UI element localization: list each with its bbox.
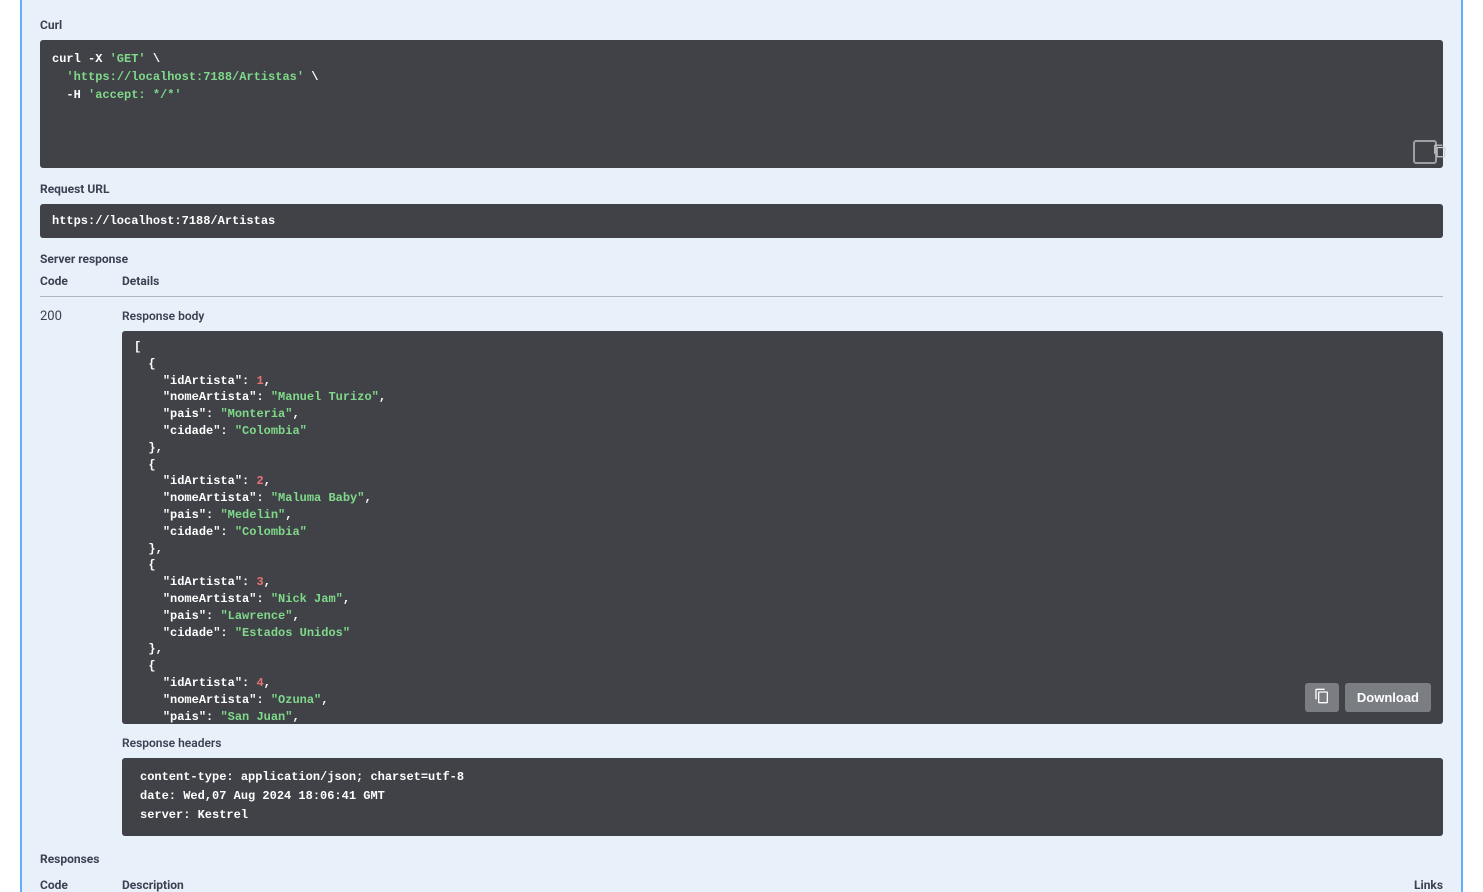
response-body-box: [ { "idArtista": 1, "nomeArtista": "Manu… (122, 331, 1443, 724)
column-header-links: Links (1383, 878, 1443, 892)
response-details: Response body [ { "idArtista": 1, "nomeA… (122, 309, 1443, 838)
responses-table-header: Code Description Links (40, 874, 1443, 892)
column-header-code-2: Code (40, 878, 122, 892)
response-body-scroll[interactable]: [ { "idArtista": 1, "nomeArtista": "Manu… (122, 331, 1443, 724)
response-row: 200 Response body [ { "idArtista": 1, "n… (40, 309, 1443, 838)
request-url-label: Request URL (40, 182, 1443, 196)
response-status-code: 200 (40, 309, 122, 838)
copy-curl-button[interactable] (1413, 140, 1437, 164)
swagger-operation-panel: Curl curl -X 'GET' \ 'https://localhost:… (20, 0, 1463, 892)
response-table-header: Code Details (40, 274, 1443, 297)
column-header-code: Code (40, 274, 122, 288)
response-body-content: [ { "idArtista": 1, "nomeArtista": "Manu… (134, 339, 1431, 724)
column-header-description: Description (122, 878, 1383, 892)
response-body-label: Response body (122, 309, 1443, 323)
clipboard-icon (1403, 129, 1447, 176)
download-button[interactable]: Download (1345, 683, 1431, 712)
column-header-details: Details (122, 274, 1443, 288)
server-response-label: Server response (40, 252, 1443, 266)
clipboard-icon (1314, 688, 1330, 707)
curl-label: Curl (40, 18, 1443, 32)
response-headers-box: content-type: application/json; charset=… (122, 758, 1443, 836)
request-url-value: https://localhost:7188/Artistas (40, 204, 1443, 238)
responses-label: Responses (40, 852, 1443, 866)
copy-response-button[interactable] (1305, 683, 1339, 712)
curl-command-box: curl -X 'GET' \ 'https://localhost:7188/… (40, 40, 1443, 168)
response-headers-content: content-type: application/json; charset=… (140, 768, 1425, 826)
response-headers-label: Response headers (122, 736, 1443, 750)
curl-command: curl -X 'GET' \ 'https://localhost:7188/… (52, 50, 1431, 104)
